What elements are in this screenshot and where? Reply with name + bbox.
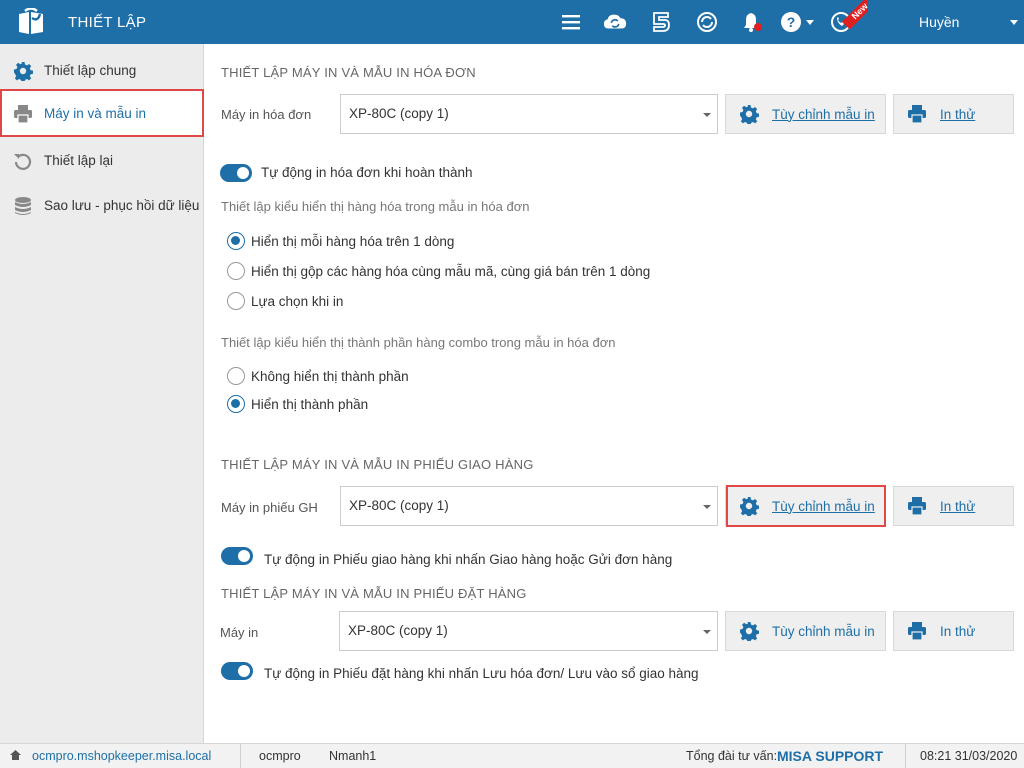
combo-option-radio-0[interactable] [227,367,245,385]
display-option-radio-1[interactable] [227,262,245,280]
printer-icon [906,620,928,642]
sidebar-item-reset[interactable]: Thiết lập lại [0,138,204,183]
user-code: Nmanh1 [329,749,377,763]
invoice-test-print-button[interactable]: In thử [893,94,1014,134]
gear-icon [738,103,760,125]
combo-option-label-0: Không hiển thị thành phần [251,369,409,384]
invoice-printer-value: XP-80C (copy 1) [349,106,449,121]
menu-icon[interactable] [559,10,583,34]
divider [905,744,906,768]
invoice-auto-print-label: Tự động in hóa đơn khi hoàn thành [261,165,473,180]
combo-display-heading: Thiết lập kiểu hiển thị thành phần hàng … [221,335,616,350]
invoice-auto-print-toggle[interactable] [220,164,252,182]
new-badge: New [838,0,868,30]
invoice-section-title: THIẾT LẬP MÁY IN VÀ MẪU IN HÓA ĐƠN [221,65,476,80]
bell-icon[interactable] [740,10,764,34]
delivery-printer-select[interactable]: XP-80C (copy 1) [340,486,718,526]
printer-icon [906,495,928,517]
help-icon[interactable]: ? [779,10,803,34]
undo-icon [12,150,34,172]
app-logo-icon[interactable] [16,7,46,36]
cloud-sync-icon[interactable] [603,10,627,34]
sidebar-item-label: Máy in và mẫu in [44,106,147,121]
button-label: Tùy chỉnh mẫu in [772,498,875,514]
sidebar: Thiết lập chung Máy in và mẫu in Thiết l… [0,44,204,743]
order-auto-print-toggle[interactable] [221,662,253,680]
shop-code: ocmpro [259,749,301,763]
order-auto-print-label: Tự động in Phiếu đặt hàng khi nhấn Lưu h… [264,666,699,681]
divider [240,744,241,768]
order-section-title: THIẾT LẬP MÁY IN VÀ MẪU IN PHIẾU ĐẶT HÀN… [221,586,527,601]
help-caret-icon[interactable] [806,20,814,25]
user-name[interactable]: Huyền [919,14,959,30]
sidebar-item-printers[interactable]: Máy in và mẫu in [0,91,204,136]
five-icon[interactable] [649,10,673,34]
home-icon[interactable] [9,749,22,764]
order-printer-value: XP-80C (copy 1) [348,623,448,638]
app-title: THIẾT LẬP [68,14,147,31]
display-option-label-0: Hiển thị mỗi hàng hóa trên 1 dòng [251,234,455,249]
printer-icon [12,103,34,125]
main-panel: THIẾT LẬP MÁY IN VÀ MẪU IN HÓA ĐƠN Máy i… [205,44,1024,743]
datetime: 08:21 31/03/2020 [920,749,1018,763]
delivery-test-print-button[interactable]: In thử [893,486,1014,526]
printer-icon [906,103,928,125]
hotline-label: Tổng đài tư vấn: [686,749,778,763]
button-label: Tùy chỉnh mẫu in [772,623,875,639]
gear-icon [738,620,760,642]
delivery-printer-value: XP-80C (copy 1) [349,498,449,513]
top-bar: THIẾT LẬP ? New Huyền [0,0,1024,44]
display-option-label-1: Hiển thị gộp các hàng hóa cùng mẫu mã, c… [251,264,651,279]
invoice-printer-label: Máy in hóa đơn [221,107,312,122]
chevron-down-icon [703,505,711,509]
chevron-down-icon [703,113,711,117]
display-option-label-2: Lựa chọn khi in [251,294,344,309]
order-printer-select[interactable]: XP-80C (copy 1) [339,611,718,651]
delivery-auto-print-label: Tự động in Phiếu giao hàng khi nhấn Giao… [264,552,673,567]
order-printer-label: Máy in [220,625,259,640]
button-label: Tùy chỉnh mẫu in [772,106,875,122]
display-option-radio-0[interactable] [227,232,245,250]
sidebar-item-label: Sao lưu - phục hồi dữ liệu [44,198,200,213]
refresh-app-icon[interactable] [695,10,719,34]
sidebar-item-backup[interactable]: Sao lưu - phục hồi dữ liệu [0,183,204,228]
host-link[interactable]: ocmpro.mshopkeeper.misa.local [32,749,211,763]
button-label: In thử [940,498,976,514]
display-option-radio-2[interactable] [227,292,245,310]
database-icon [12,195,34,217]
gear-icon [12,60,34,82]
gear-icon [738,495,760,517]
invoice-customize-template-button[interactable]: Tùy chỉnh mẫu in [725,94,886,134]
status-bar: ocmpro.mshopkeeper.misa.local ocmpro Nma… [0,743,1024,768]
sidebar-item-label: Thiết lập chung [44,63,137,78]
user-menu-caret-icon[interactable] [1010,20,1018,25]
support-brand[interactable]: MISA SUPPORT [777,748,883,764]
button-label: In thử [940,106,976,122]
svg-text:?: ? [787,14,796,30]
order-test-print-button[interactable]: In thử [893,611,1014,651]
invoice-display-heading: Thiết lập kiểu hiển thị hàng hóa trong m… [221,199,530,214]
delivery-printer-label: Máy in phiếu GH [221,500,318,515]
delivery-auto-print-toggle[interactable] [221,547,253,565]
delivery-customize-template-button[interactable]: Tùy chỉnh mẫu in [725,486,886,526]
sidebar-item-general-settings[interactable]: Thiết lập chung [0,48,204,93]
chevron-down-icon [703,630,711,634]
delivery-section-title: THIẾT LẬP MÁY IN VÀ MẪU IN PHIẾU GIAO HÀ… [221,457,534,472]
order-customize-template-button[interactable]: Tùy chỉnh mẫu in [725,611,886,651]
sidebar-item-label: Thiết lập lại [44,153,114,168]
button-label: In thử [940,623,976,639]
combo-option-label-1: Hiển thị thành phần [251,397,369,412]
invoice-printer-select[interactable]: XP-80C (copy 1) [340,94,718,134]
combo-option-radio-1[interactable] [227,395,245,413]
